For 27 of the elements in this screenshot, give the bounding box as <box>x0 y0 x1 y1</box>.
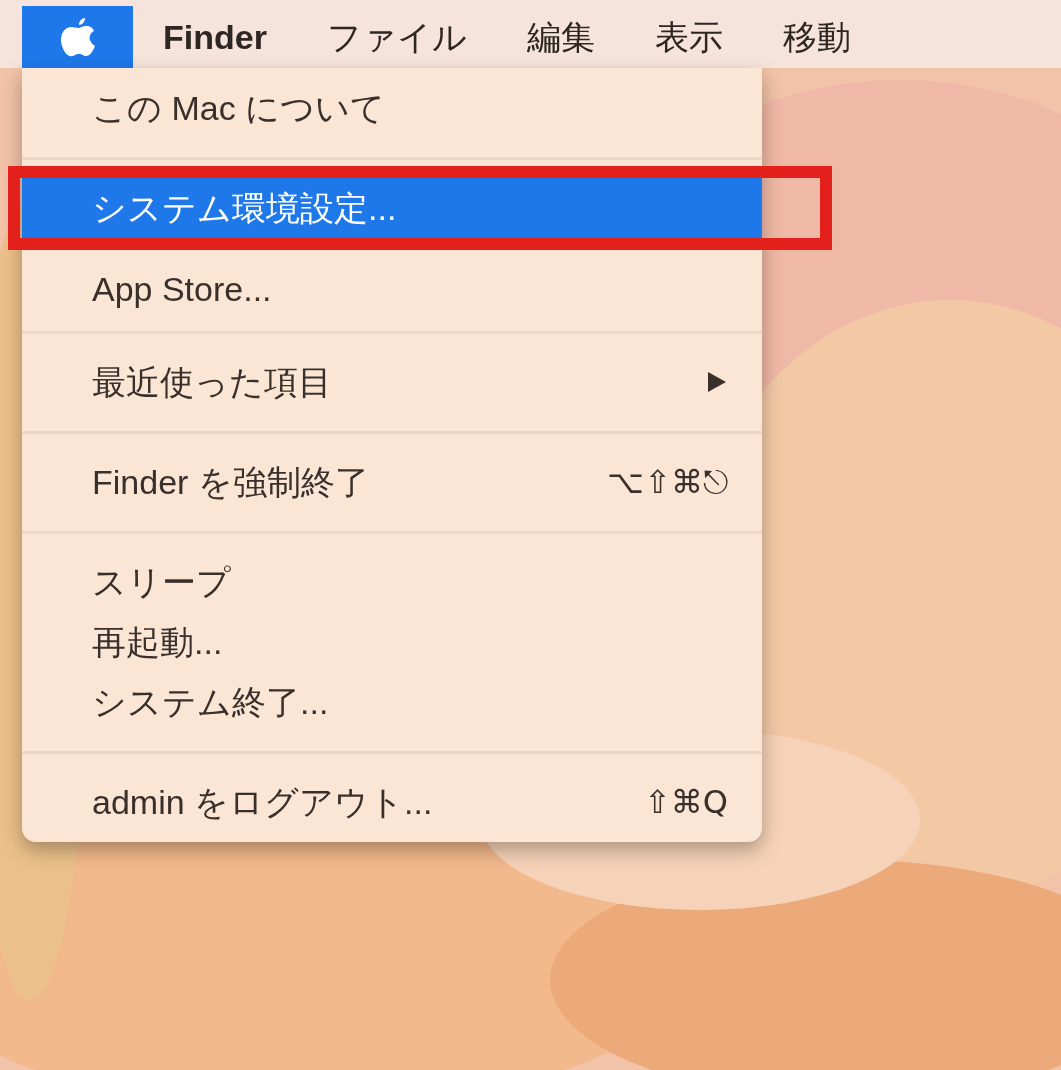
menu-bar-item[interactable]: 編集 <box>496 6 625 68</box>
menu-item-label: システム終了... <box>92 681 329 723</box>
menu-item-label: システム環境設定... <box>92 187 397 229</box>
menu-item-label: 最近使った項目 <box>92 361 332 403</box>
keyboard-shortcut: ⇧⌘Q <box>644 782 728 823</box>
menu-bar-item[interactable]: 移動 <box>752 6 881 68</box>
apple-menu[interactable] <box>22 6 133 68</box>
menu-item[interactable]: 再起動... <box>22 612 762 672</box>
menu-item[interactable]: システム終了... <box>22 672 762 732</box>
keyboard-shortcut: ⌥⇧⌘⎋ <box>607 462 728 503</box>
menu-item[interactable]: スリープ <box>22 552 762 612</box>
menu-item[interactable]: 最近使った項目 <box>22 352 762 412</box>
menu-item[interactable]: Finder を強制終了 ⌥⇧⌘⎋ <box>22 452 762 512</box>
apple-icon <box>59 16 96 58</box>
menu-bar-item[interactable]: Finder <box>133 6 297 68</box>
menu-item-label: App Store... <box>92 268 272 310</box>
menu-item-label: スリープ <box>92 561 231 603</box>
menu-item-label: 再起動... <box>92 621 223 663</box>
menu-item-label: この Mac について <box>92 87 386 129</box>
menu-item[interactable]: App Store... <box>22 252 762 312</box>
menu-item[interactable]: この Mac について <box>22 78 762 138</box>
menu-item-label: Finder を強制終了 <box>92 461 369 503</box>
menu-bar-item[interactable]: 表示 <box>624 6 753 68</box>
menu-bar-item[interactable]: ファイル <box>296 6 497 68</box>
menu-item[interactable]: システム環境設定... <box>22 178 762 238</box>
menu-item-label: admin をログアウト... <box>92 781 433 823</box>
menu-item[interactable]: admin をログアウト... ⇧⌘Q <box>22 772 762 832</box>
